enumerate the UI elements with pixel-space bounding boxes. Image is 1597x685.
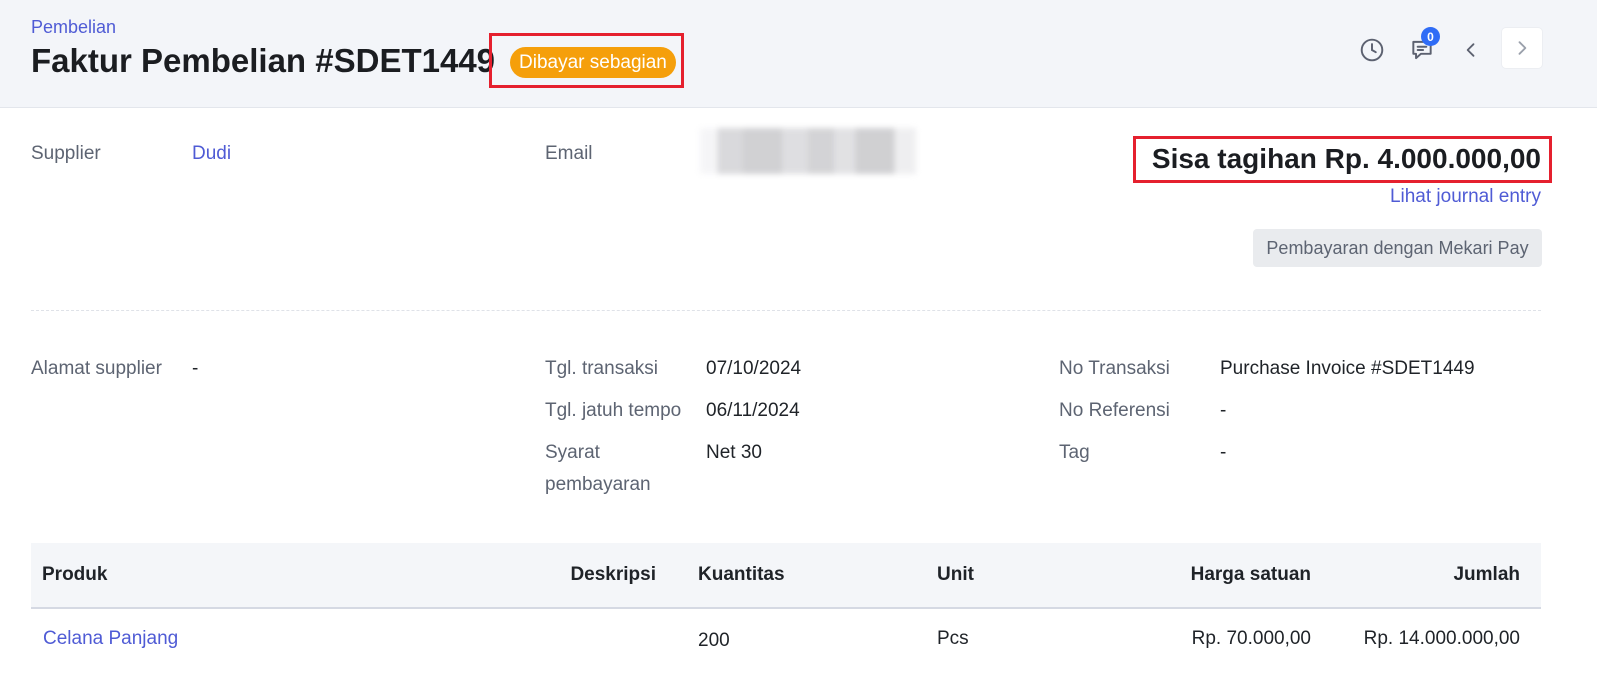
payment-terms-label-line2: pembayaran xyxy=(545,474,651,495)
transaction-number-label: No Transaksi xyxy=(1059,358,1170,379)
row-amount: Rp. 14.000.000,00 xyxy=(1363,628,1520,649)
transaction-date-label: Tgl. transaksi xyxy=(545,358,658,379)
page-title: Faktur Pembelian #SDET1449 xyxy=(31,42,496,79)
supplier-label: Supplier xyxy=(31,143,101,164)
section-divider xyxy=(31,310,1541,311)
history-icon xyxy=(1360,38,1384,62)
page-header: Pembelian Faktur Pembelian #SDET1449 Dib… xyxy=(0,0,1597,108)
breadcrumb-pembelian[interactable]: Pembelian xyxy=(31,17,116,38)
payment-terms-value: Net 30 xyxy=(706,442,762,463)
balance-due: Sisa tagihan Rp. 4.000.000,00 xyxy=(1151,143,1541,174)
journal-entry-link[interactable]: Lihat journal entry xyxy=(1390,186,1541,208)
chevron-right-icon xyxy=(1518,41,1527,55)
email-label: Email xyxy=(545,143,593,164)
address-label: Alamat supplier xyxy=(31,358,162,379)
email-value-redacted xyxy=(700,128,916,174)
comment-count-badge: 0 xyxy=(1421,27,1440,46)
due-date-label: Tgl. jatuh tempo xyxy=(545,400,682,421)
column-header-amount: Jumlah xyxy=(1453,564,1520,585)
chevron-left-icon xyxy=(1466,43,1475,57)
mekari-pay-button[interactable]: Pembayaran dengan Mekari Pay xyxy=(1253,229,1542,267)
transaction-date-value: 07/10/2024 xyxy=(706,358,802,379)
transaction-number-value: Purchase Invoice #SDET1449 xyxy=(1220,358,1475,379)
address-value: - xyxy=(192,358,199,379)
next-button[interactable] xyxy=(1502,28,1542,68)
comments-button[interactable]: 0 xyxy=(1402,27,1442,70)
supplier-link[interactable]: Dudi xyxy=(192,143,231,165)
status-badge: Dibayar sebagian xyxy=(510,47,676,78)
row-unit: Pcs xyxy=(937,628,969,649)
column-header-product: Produk xyxy=(42,564,108,585)
reference-value: - xyxy=(1220,400,1227,421)
column-header-unit-price: Harga satuan xyxy=(1190,564,1311,585)
column-header-unit: Unit xyxy=(937,564,974,585)
reference-label: No Referensi xyxy=(1059,400,1170,421)
table-header xyxy=(31,543,1541,609)
history-button[interactable] xyxy=(1352,30,1392,70)
tag-label: Tag xyxy=(1059,442,1090,463)
column-header-description: Deskripsi xyxy=(570,564,656,585)
previous-button[interactable] xyxy=(1451,30,1491,70)
tag-value: - xyxy=(1220,442,1227,463)
row-quantity: 200 xyxy=(698,630,730,651)
due-date-value: 06/11/2024 xyxy=(706,400,800,421)
row-unit-price: Rp. 70.000,00 xyxy=(1191,628,1311,649)
column-header-quantity: Kuantitas xyxy=(698,564,785,585)
payment-terms-label-line1: Syarat xyxy=(545,442,600,463)
product-link[interactable]: Celana Panjang xyxy=(43,628,178,650)
